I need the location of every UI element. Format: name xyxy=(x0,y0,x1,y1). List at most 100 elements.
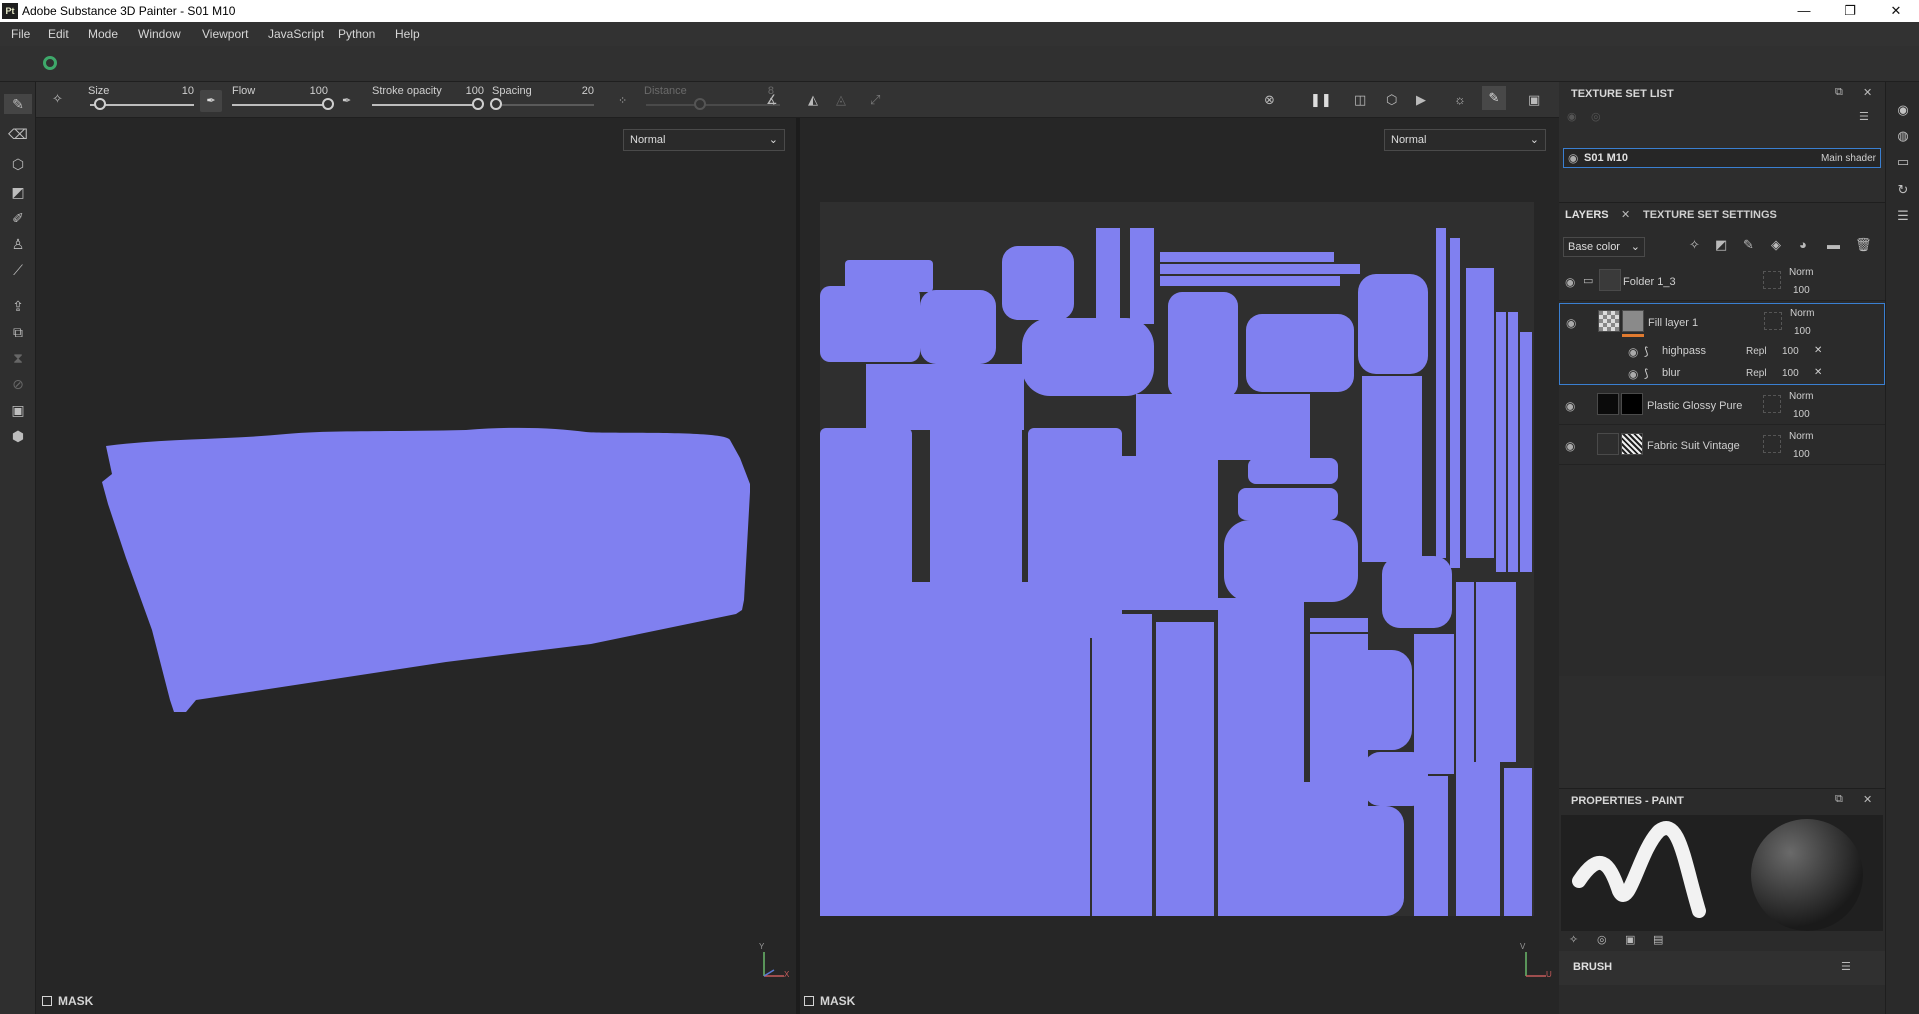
layer-row-fabric[interactable]: ◉ Fabric Suit Vintage Norm 100 xyxy=(1559,427,1885,465)
layer-name[interactable]: Plastic Glossy Pure xyxy=(1647,400,1742,412)
brush-alpha-icon[interactable]: ✧ xyxy=(1569,933,1578,946)
layer-opacity[interactable]: 100 xyxy=(1793,409,1810,420)
undock-icon[interactable]: ⧉ xyxy=(1835,793,1843,806)
line-angle-icon[interactable]: ∡ xyxy=(766,92,778,108)
mask-checkbox-3d[interactable] xyxy=(42,996,52,1006)
layer-mask-slot[interactable] xyxy=(1763,271,1781,289)
close-panel-icon[interactable]: ✕ xyxy=(1863,86,1872,99)
stroke-opacity-slider-knob[interactable] xyxy=(472,98,484,110)
menu-file[interactable]: File xyxy=(11,27,30,41)
paint-mode-icon[interactable]: ✎ xyxy=(1482,86,1506,110)
color-picker-icon[interactable]: ⟋ xyxy=(8,260,28,280)
mask-toggle-2d[interactable]: MASK xyxy=(804,994,855,1008)
mask-toggle-3d[interactable]: MASK xyxy=(42,994,93,1008)
layer-name[interactable]: Folder 1_3 xyxy=(1623,276,1676,288)
layer-mask-slot[interactable] xyxy=(1763,435,1781,453)
polygon-fill-icon[interactable]: ◩ xyxy=(8,182,28,202)
menu-python[interactable]: Python xyxy=(338,27,375,41)
spacing-slider[interactable] xyxy=(490,98,594,118)
lazy-mouse-icon[interactable]: ⁘ xyxy=(618,94,627,107)
menu-mode[interactable]: Mode xyxy=(88,27,118,41)
symmetry-icon[interactable]: ◭ xyxy=(808,92,818,108)
minimize-button[interactable]: — xyxy=(1781,0,1827,22)
stroke-opacity-value[interactable]: 100 xyxy=(460,85,484,97)
layer-blend-mode[interactable]: Norm xyxy=(1789,267,1813,278)
smudge-icon[interactable]: ✐ xyxy=(8,208,28,228)
sofa-mesh[interactable] xyxy=(86,418,786,748)
layer-opacity[interactable]: 100 xyxy=(1793,449,1810,460)
history-icon[interactable]: ↻ xyxy=(1895,182,1911,198)
maximize-button[interactable]: ❐ xyxy=(1827,0,1873,22)
flow-value[interactable]: 100 xyxy=(304,85,328,97)
layer-blend-mode[interactable]: Norm xyxy=(1789,431,1813,442)
close-tab-icon[interactable]: ✕ xyxy=(1621,208,1630,221)
tab-texture-set-settings[interactable]: TEXTURE SET SETTINGS xyxy=(1643,209,1777,221)
shader-settings-icon[interactable]: ◍ xyxy=(1895,128,1911,144)
brush-gradient-icon[interactable]: ▤ xyxy=(1653,933,1663,946)
layer-mask-slot[interactable] xyxy=(1764,312,1782,330)
brush-stencil-icon[interactable]: ◎ xyxy=(1597,933,1607,946)
cube-view-icon[interactable]: ⬡ xyxy=(1386,92,1397,108)
size-value[interactable]: 10 xyxy=(170,85,194,97)
effect-blend-mode[interactable]: Repl xyxy=(1746,346,1767,357)
size-slider-knob[interactable] xyxy=(94,98,107,110)
layer-blend-mode[interactable]: Norm xyxy=(1790,308,1814,319)
brush-preset-icon[interactable]: ✧ xyxy=(52,91,63,107)
effect-name[interactable]: highpass xyxy=(1662,345,1706,357)
channel-select[interactable]: Base color ⌄ xyxy=(1563,237,1645,257)
layer-opacity[interactable]: 100 xyxy=(1793,285,1810,296)
layer-row-plastic[interactable]: ◉ Plastic Glossy Pure Norm 100 xyxy=(1559,387,1885,425)
viewport-3d[interactable]: Normal ⌄ Y X MASK xyxy=(36,118,796,1014)
library-icon[interactable]: ⬢ xyxy=(8,426,28,446)
delete-layer-icon[interactable]: 🗑 xyxy=(1855,237,1872,253)
add-paint-layer-icon[interactable]: ✎ xyxy=(1743,237,1754,253)
projection-icon[interactable]: ⬡ xyxy=(8,154,28,174)
transform-icon[interactable]: ⤢ xyxy=(870,92,880,108)
mask-checkbox-2d[interactable] xyxy=(804,996,814,1006)
undock-icon[interactable]: ⧉ xyxy=(1835,86,1843,99)
layer-mask-slot[interactable] xyxy=(1763,395,1781,413)
remove-effect-icon[interactable]: ✕ xyxy=(1814,345,1822,356)
brush-menu-icon[interactable]: ☰ xyxy=(1841,960,1851,973)
menu-help[interactable]: Help xyxy=(395,27,420,41)
log-icon[interactable]: ☰ xyxy=(1895,208,1911,224)
texture-set-item[interactable]: ◉ S01 M10 Main shader xyxy=(1563,148,1881,168)
split-view-icon[interactable]: ◫ xyxy=(1354,92,1366,108)
stroke-opacity-slider[interactable] xyxy=(372,98,484,118)
effect-opacity[interactable]: 100 xyxy=(1782,368,1799,379)
bake-icon[interactable]: ⧉ xyxy=(8,322,28,342)
flow-slider[interactable] xyxy=(232,98,334,118)
eraser-icon[interactable]: ⌫ xyxy=(8,124,28,144)
layer-name[interactable]: Fabric Suit Vintage xyxy=(1647,440,1740,452)
assets-icon[interactable]: ▭ xyxy=(1895,154,1911,170)
pen-pressure-size-icon[interactable]: ✒ xyxy=(200,90,222,112)
eye-icon[interactable]: ◉ xyxy=(1565,275,1575,289)
layer-blend-mode[interactable]: Norm xyxy=(1789,391,1813,402)
menu-viewport[interactable]: Viewport xyxy=(202,27,248,41)
flow-slider-knob[interactable] xyxy=(322,98,334,110)
tab-layers[interactable]: LAYERS xyxy=(1565,209,1609,221)
brush-section-header[interactable]: BRUSH ☰ xyxy=(1559,951,1885,985)
screenshot-icon[interactable]: ▣ xyxy=(8,400,28,420)
effect-row-highpass[interactable]: ◉ ⟆ highpass Repl 100 ✕ xyxy=(1559,341,1885,363)
layer-opacity[interactable]: 100 xyxy=(1794,326,1811,337)
layer-row-fill[interactable]: ◉ Fill layer 1 Norm 100 xyxy=(1559,303,1885,341)
effect-blend-mode[interactable]: Repl xyxy=(1746,368,1767,379)
add-smart-material-icon[interactable]: ◕ xyxy=(1799,237,1807,252)
add-mask-icon[interactable]: ◩ xyxy=(1715,237,1727,253)
camera-icon[interactable]: ▶ xyxy=(1416,92,1426,108)
uv-map[interactable] xyxy=(820,202,1534,916)
effect-name[interactable]: blur xyxy=(1662,367,1680,379)
effect-row-blur[interactable]: ◉ ⟆ blur Repl 100 ✕ xyxy=(1559,363,1885,385)
texture-set-shader[interactable]: Main shader xyxy=(1821,153,1876,164)
viewport-2d-blend-select[interactable]: Normal ⌄ xyxy=(1384,129,1546,151)
layer-row-folder[interactable]: ◉ ▭ Folder 1_3 Norm 100 xyxy=(1559,263,1885,301)
viewport-3d-blend-select[interactable]: Normal ⌄ xyxy=(623,129,785,151)
eye-icon[interactable]: ◉ xyxy=(1628,367,1638,381)
pause-icon[interactable]: ❚❚ xyxy=(1310,92,1332,108)
close-panel-icon[interactable]: ✕ xyxy=(1863,793,1872,806)
eye-icon[interactable]: ◉ xyxy=(1565,439,1575,453)
hide-overlay-icon[interactable]: ⊗ xyxy=(1264,92,1275,108)
clone-stamp-icon[interactable]: ♙ xyxy=(8,234,28,254)
remove-effect-icon[interactable]: ✕ xyxy=(1814,367,1822,378)
